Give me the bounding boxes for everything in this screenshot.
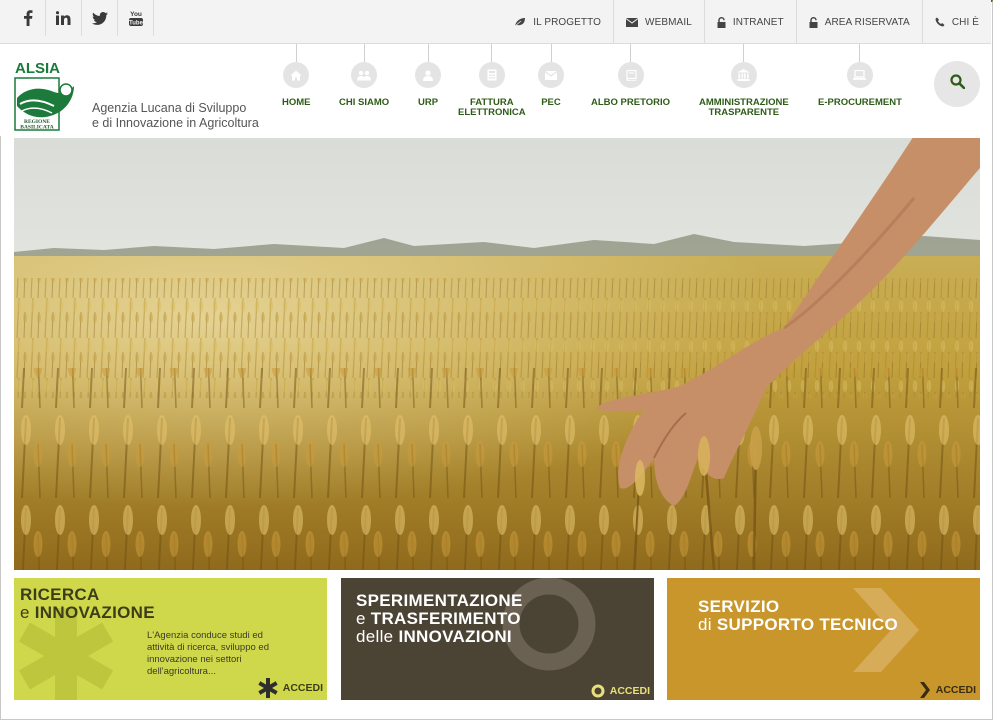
- nav-connector: [491, 44, 493, 62]
- card-description: L'Agenzia conduce studi ed attività di r…: [147, 630, 269, 677]
- link-label: INTRANET: [732, 16, 784, 28]
- svg-text:Tube: Tube: [129, 20, 144, 26]
- svg-text:You: You: [130, 11, 142, 18]
- nav-connector: [295, 44, 297, 62]
- users-icon: [351, 62, 378, 88]
- ring-icon: [591, 684, 605, 698]
- institution-icon: [730, 62, 757, 88]
- youtube-icon[interactable]: You Tube: [118, 0, 154, 36]
- nav-label: E-PROCUREMENT: [818, 97, 902, 108]
- nav-label: PEC: [541, 97, 561, 108]
- alsia-logo[interactable]: ALSIA REGIONE BASILICATA: [14, 58, 78, 134]
- nav-amministrazione-trasparente[interactable]: AMMINISTRAZIONE TRASPARENTE: [699, 44, 789, 118]
- nav-label: CHI SIAMO: [339, 97, 390, 108]
- agency-name: Agenzia Lucana di Sviluppo e di Innovazi…: [92, 101, 259, 131]
- search-icon: [949, 74, 965, 94]
- accedi-link[interactable]: ACCEDI: [591, 684, 650, 698]
- home-icon: [283, 62, 310, 88]
- svg-text:BASILICATA: BASILICATA: [20, 125, 53, 131]
- link-intranet[interactable]: INTRANET: [703, 0, 796, 44]
- nav-connector: [550, 44, 552, 62]
- agency-line-2: e di Innovazione in Agricoltura: [92, 116, 259, 130]
- card-ricerca-innovazione[interactable]: RICERCA e INNOVAZIONE L'Agenzia conduce …: [14, 578, 327, 700]
- envelope-icon: [626, 17, 639, 27]
- linkedin-icon[interactable]: [46, 0, 82, 36]
- card-sperimentazione-trasferimento[interactable]: SPERIMENTAZIONE e TRASFERIMENTO delle IN…: [341, 578, 654, 700]
- link-label: WEBMAIL: [645, 16, 692, 28]
- twitter-icon[interactable]: [82, 0, 118, 36]
- card-title: SERVIZIO di SUPPORTO TECNICO: [698, 597, 898, 634]
- agency-line-1: Agenzia Lucana di Sviluppo: [92, 101, 247, 115]
- nav-chi-siamo[interactable]: CHI SIAMO: [339, 44, 389, 108]
- nav-connector: [743, 44, 745, 62]
- card-title: SPERIMENTAZIONE e TRASFERIMENTO delle IN…: [356, 591, 523, 646]
- social-links: You Tube: [10, 0, 154, 36]
- search-button[interactable]: [934, 61, 980, 107]
- top-links: IL PROGETTO WEBMAIL INTRANET AREA RISERV…: [502, 0, 991, 44]
- card-title: RICERCA e INNOVAZIONE: [20, 585, 155, 622]
- calculator-icon: [478, 62, 505, 88]
- nav-urp[interactable]: URP: [415, 44, 441, 108]
- lock-icon: [717, 16, 726, 28]
- asterisk-icon: [258, 678, 278, 698]
- nav-connector: [859, 44, 861, 62]
- accedi-link[interactable]: ACCEDI: [258, 678, 323, 698]
- lock-icon: [809, 16, 818, 28]
- site-header: ALSIA REGIONE BASILICATA Agenzia Lucana …: [0, 44, 991, 136]
- link-il-progetto[interactable]: IL PROGETTO: [502, 0, 613, 44]
- nav-pec[interactable]: PEC: [538, 44, 564, 108]
- nav-label: ALBO PRETORIO: [591, 97, 670, 108]
- link-label: AREA RISERVATA: [824, 16, 910, 28]
- nav-connector: [427, 44, 429, 62]
- link-webmail[interactable]: WEBMAIL: [613, 0, 704, 44]
- nav-home[interactable]: HOME: [282, 44, 311, 108]
- facebook-icon[interactable]: [10, 0, 46, 36]
- link-label: IL PROGETTO: [533, 16, 602, 28]
- link-chi-e[interactable]: CHI È: [921, 0, 991, 44]
- svg-text:ALSIA: ALSIA: [15, 60, 60, 77]
- link-label: CHI È: [951, 16, 979, 28]
- chevron-right-icon: [919, 682, 931, 698]
- book-icon: [617, 62, 644, 88]
- nav-label: URP: [417, 97, 439, 108]
- hero-banner-wheat-field: [14, 138, 980, 570]
- nav-label: AMMINISTRAZIONE TRASPARENTE: [699, 97, 789, 118]
- nav-albo-pretorio[interactable]: ALBO PRETORIO: [591, 44, 670, 108]
- card-servizio-supporto-tecnico[interactable]: SERVIZIO di SUPPORTO TECNICO ACCEDI: [667, 578, 980, 700]
- nav-e-procurement[interactable]: E-PROCUREMENT: [818, 44, 902, 108]
- top-bar: You Tube IL PROGETTO WEBMAIL INTRANET AR…: [0, 0, 991, 44]
- nav-connector: [630, 44, 631, 62]
- leaf-icon: [514, 17, 526, 27]
- nav-connector: [363, 44, 365, 62]
- laptop-icon: [846, 62, 873, 88]
- link-area-riservata[interactable]: AREA RISERVATA: [795, 0, 922, 44]
- nav-label: FATTURA ELETTRONICA: [458, 97, 526, 118]
- phone-icon: [935, 17, 945, 27]
- nav-fattura-elettronica[interactable]: FATTURA ELETTRONICA: [458, 44, 526, 118]
- envelope-icon: [538, 62, 564, 88]
- user-icon: [415, 62, 441, 88]
- accedi-link[interactable]: ACCEDI: [919, 682, 976, 698]
- nav-label: HOME: [282, 97, 311, 108]
